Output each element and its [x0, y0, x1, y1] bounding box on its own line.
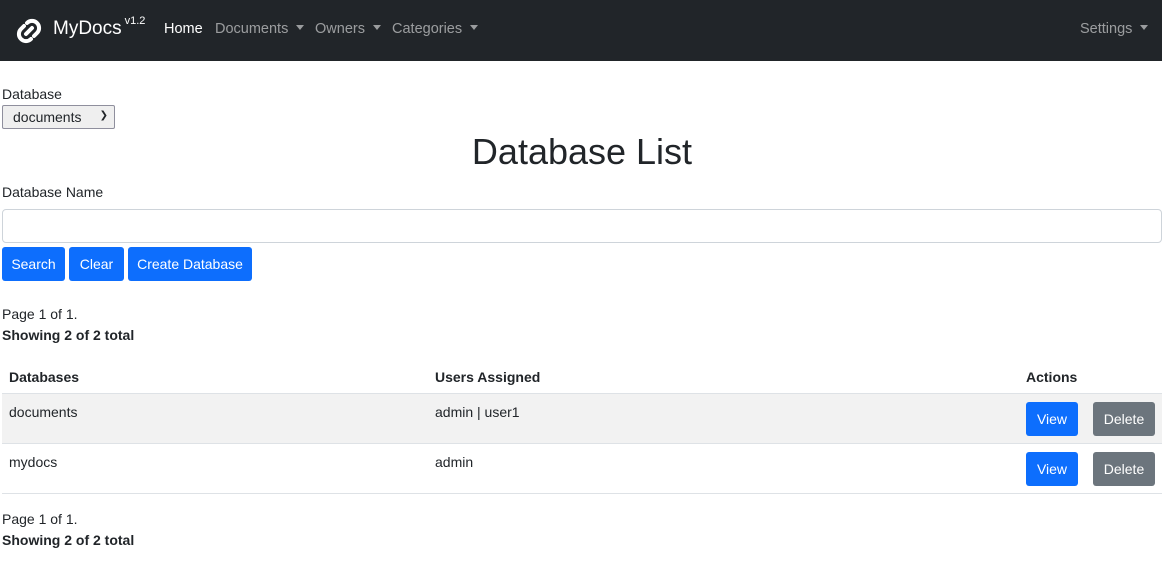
- column-header-databases: Databases: [9, 369, 80, 385]
- caret-down-icon: [470, 25, 479, 30]
- database-name-cell: documents: [9, 404, 78, 420]
- clear-button[interactable]: Clear: [69, 247, 124, 281]
- caret-down-icon: [372, 25, 381, 30]
- pagination-showing-top: Showing 2 of 2 total: [2, 327, 135, 343]
- nav-settings-dropdown[interactable]: Settings: [1080, 21, 1149, 37]
- users-assigned-cell: admin | user1: [435, 404, 520, 420]
- pagination-showing-bottom: Showing 2 of 2 total: [2, 532, 135, 548]
- view-button[interactable]: View: [1026, 452, 1078, 486]
- delete-button[interactable]: Delete: [1093, 402, 1155, 436]
- database-name-cell: mydocs: [9, 454, 58, 470]
- chain-link-icon: [16, 18, 42, 44]
- column-header-actions: Actions: [1026, 369, 1078, 385]
- nav-owners-dropdown[interactable]: Owners: [315, 21, 381, 37]
- database-select[interactable]: documents ❯: [2, 105, 115, 129]
- delete-button[interactable]: Delete: [1093, 452, 1155, 486]
- users-assigned-cell: admin: [435, 454, 474, 470]
- nav-home[interactable]: Home: [164, 21, 203, 37]
- nav-documents-label: Documents: [215, 21, 289, 37]
- nav-settings-label: Settings: [1080, 21, 1133, 37]
- view-button[interactable]: View: [1026, 402, 1078, 436]
- database-select-value: documents: [13, 109, 82, 125]
- navbar: MyDocs v1.2 Home Documents Owners Catego…: [0, 0, 1162, 61]
- search-button[interactable]: Search: [2, 247, 65, 281]
- column-header-users-assigned: Users Assigned: [435, 369, 541, 385]
- nav-categories-dropdown[interactable]: Categories: [392, 21, 479, 37]
- pagination-page-bottom: Page 1 of 1.: [2, 511, 78, 527]
- nav-owners-label: Owners: [315, 21, 365, 37]
- pagination-page-top: Page 1 of 1.: [2, 306, 78, 322]
- create-database-button[interactable]: Create Database: [128, 247, 252, 281]
- database-select-label: Database: [2, 86, 62, 102]
- database-name-input[interactable]: [2, 209, 1162, 243]
- brand-version: v1.2: [124, 15, 146, 27]
- caret-down-icon: [296, 25, 305, 30]
- database-name-label: Database Name: [2, 184, 104, 200]
- table-row: mydocs admin View Delete: [2, 444, 1162, 494]
- nav-home-label: Home: [164, 21, 203, 37]
- page-title: Database List: [471, 131, 693, 172]
- nav-documents-dropdown[interactable]: Documents: [215, 21, 305, 37]
- caret-down-icon: [1140, 25, 1149, 30]
- nav-categories-label: Categories: [392, 21, 463, 37]
- brand-name: MyDocs: [53, 18, 122, 39]
- table-row: documents admin | user1 View Delete: [2, 394, 1162, 444]
- chevron-down-icon: ❯: [99, 110, 108, 121]
- brand-link[interactable]: MyDocs v1.2: [14, 13, 145, 48]
